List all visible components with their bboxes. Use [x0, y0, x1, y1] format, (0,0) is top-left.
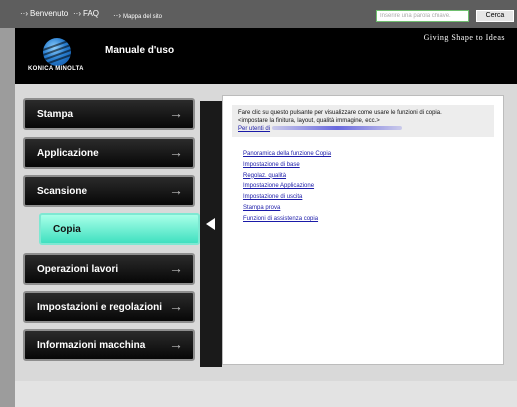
- menu-item-copia-active[interactable]: Copia: [39, 213, 200, 245]
- info-box: Fare clic su questo pulsante per visuali…: [232, 105, 494, 137]
- link-impostazione-uscita[interactable]: Impostazione di uscita: [243, 192, 331, 203]
- menu-item-label: Impostazioni e regolazioni: [37, 302, 163, 313]
- menu-item-label: Operazioni lavori: [37, 264, 119, 275]
- link-regolaz-qualita[interactable]: Regolaz. qualità: [243, 171, 331, 182]
- content-panel: Fare clic su questo pulsante per visuali…: [222, 95, 504, 365]
- arrow-right-icon: ··›: [20, 9, 28, 18]
- link-impostazione-applicazione[interactable]: Impostazione Applicazione: [243, 181, 331, 192]
- redacted-text: [272, 126, 403, 131]
- nav-faq-label: FAQ: [83, 9, 100, 18]
- tagline: Giving Shape to Ideas: [423, 33, 505, 42]
- nav-home-label: Benvenuto: [30, 9, 69, 18]
- top-bar: ··›Benvenuto ··›FAQ ··›Mappa del sito Ce…: [0, 0, 517, 28]
- konica-minolta-logo-icon: [43, 38, 71, 66]
- link-panoramica[interactable]: Panoramica della funzione Copia: [243, 149, 331, 160]
- arrow-right-icon: →: [169, 182, 183, 198]
- menu-item-label: Copia: [53, 224, 81, 235]
- arrow-right-icon: →: [169, 144, 183, 160]
- copy-topics-list: Panoramica della funzione Copia Impostaz…: [243, 149, 331, 225]
- menu-item-label: Applicazione: [37, 148, 99, 159]
- menu-item-impostazioni-regolazioni[interactable]: Impostazioni e regolazioni →: [23, 291, 195, 323]
- nav-sitemap-label: Mappa del sito: [123, 14, 163, 20]
- intro-text-line1: Fare clic su questo pulsante per visuali…: [238, 110, 442, 116]
- intro-text-line2: <impostare la finitura, layout, qualità …: [238, 118, 380, 124]
- menu-item-label: Stampa: [37, 109, 74, 120]
- menu-item-label: Scansione: [37, 186, 88, 197]
- nav-home-link[interactable]: ··› Benvenuto: [20, 9, 68, 18]
- arrow-right-icon: →: [169, 336, 183, 352]
- link-stampa-prova[interactable]: Stampa prova: [243, 203, 331, 214]
- menu-item-operazioni-lavori[interactable]: Operazioni lavori →: [23, 253, 195, 285]
- nav-sitemap-link[interactable]: ··› Mappa del sito: [113, 11, 162, 20]
- header: KONICA MINOLTA Manuale d'uso Giving Shap…: [15, 28, 517, 84]
- arrow-right-icon: →: [169, 105, 183, 121]
- page-title: Manuale d'uso: [105, 45, 175, 56]
- menu-item-stampa[interactable]: Stampa →: [23, 98, 195, 130]
- arrow-right-icon: →: [169, 298, 183, 314]
- footer-strip: [15, 381, 517, 407]
- link-funzioni-assistenza[interactable]: Funzioni di assistenza copia: [243, 214, 331, 225]
- intro-link[interactable]: Per utenti di: [238, 126, 270, 132]
- brand-name: KONICA MINOLTA: [28, 66, 84, 72]
- nav-faq-link[interactable]: ··› FAQ: [73, 9, 99, 18]
- menu-item-applicazione[interactable]: Applicazione →: [23, 137, 195, 169]
- search-input[interactable]: [376, 10, 469, 22]
- menu-item-scansione[interactable]: Scansione →: [23, 175, 195, 207]
- arrow-right-icon: ··›: [73, 9, 81, 18]
- arrow-right-icon: ··›: [113, 11, 121, 20]
- search-button[interactable]: Cerca: [476, 10, 514, 22]
- menu-item-label: Informazioni macchina: [37, 340, 146, 351]
- pointer-left-icon: [206, 218, 215, 230]
- menu-rail: [200, 101, 222, 367]
- link-impostazione-base[interactable]: Impostazione di base: [243, 160, 331, 171]
- arrow-right-icon: →: [169, 260, 183, 276]
- menu-item-informazioni-macchina[interactable]: Informazioni macchina →: [23, 329, 195, 361]
- left-margin: [0, 28, 15, 407]
- intro-link-row: Per utenti di: [238, 125, 488, 133]
